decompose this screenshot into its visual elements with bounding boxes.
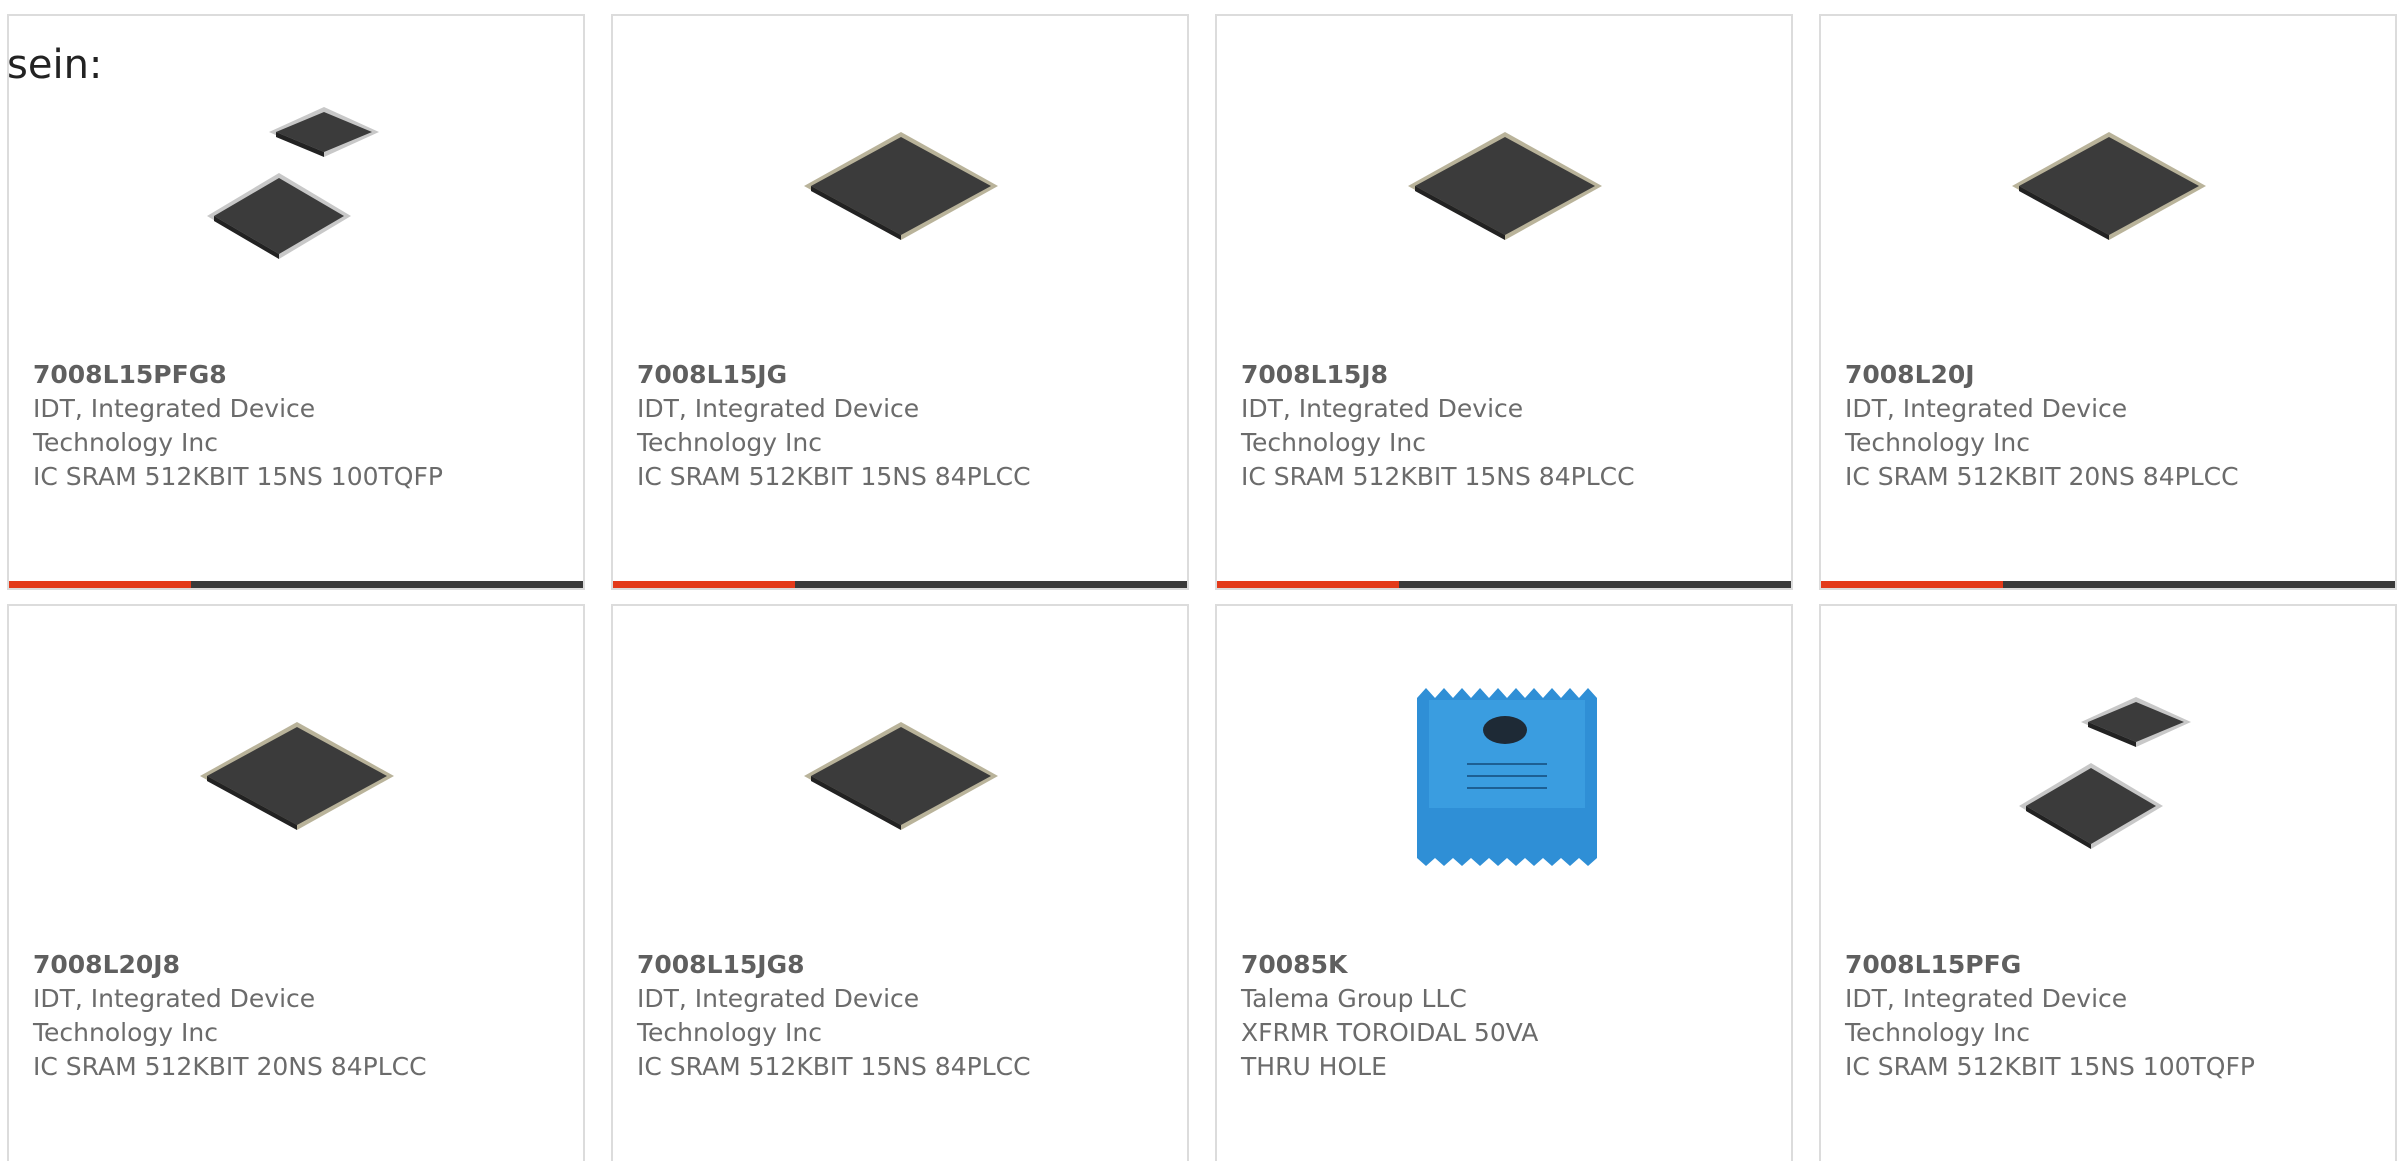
- plcc-chip-icon[interactable]: [1407, 88, 1603, 284]
- product-description: IC SRAM 512KBIT 15NS 84PLCC: [637, 1052, 1031, 1081]
- manufacturer-name: IDT, Integrated Device Technology Inc: [1241, 394, 1524, 457]
- product-card[interactable]: 7008L15PFG IDT, Integrated Device Technol…: [1819, 604, 2397, 1161]
- card-accent-bar: [1821, 581, 2003, 588]
- card-footer-bar: [9, 581, 583, 588]
- manufacturer-name: Talema Group LLC: [1241, 984, 1467, 1013]
- part-number-link[interactable]: 7008L20J8: [33, 948, 553, 982]
- page: sein: 7008L15PFG8 IDT, Integrated Device …: [0, 0, 2398, 1161]
- plcc-chip-icon[interactable]: [2011, 88, 2207, 284]
- part-number-link[interactable]: 7008L15PFG: [1845, 948, 2365, 982]
- product-card[interactable]: 70085K Talema Group LLC XFRMR TOROIDAL 50V…: [1215, 604, 1793, 1161]
- part-number-link[interactable]: 7008L20J: [1845, 358, 2365, 392]
- product-info: 7008L15JG IDT, Integrated Device Technolo…: [637, 358, 1157, 494]
- product-description: IC SRAM 512KBIT 15NS 100TQFP: [33, 462, 443, 491]
- card-accent-bar: [9, 581, 191, 588]
- product-card[interactable]: 7008L15J8 IDT, Integrated Device Technolo…: [1215, 14, 1793, 590]
- product-info: 7008L15PFG8 IDT, Integrated Device Techno…: [33, 358, 553, 494]
- product-info: 70085K Talema Group LLC XFRMR TOROIDAL 50V…: [1241, 948, 1761, 1084]
- product-card[interactable]: 7008L15JG8 IDT, Integrated Device Technol…: [611, 604, 1189, 1161]
- part-number-link[interactable]: 7008L15JG: [637, 358, 1157, 392]
- product-card[interactable]: 7008L15PFG8 IDT, Integrated Device Techno…: [7, 14, 585, 590]
- product-description: IC SRAM 512KBIT 20NS 84PLCC: [1845, 462, 2239, 491]
- card-footer-bar: [1821, 581, 2395, 588]
- part-number-link[interactable]: 7008L15PFG8: [33, 358, 553, 392]
- product-info: 7008L15JG8 IDT, Integrated Device Technol…: [637, 948, 1157, 1084]
- card-footer-bar: [613, 581, 1187, 588]
- manufacturer-name: IDT, Integrated Device Technology Inc: [1845, 984, 2128, 1047]
- product-info: 7008L15J8 IDT, Integrated Device Technolo…: [1241, 358, 1761, 494]
- product-card[interactable]: 7008L15JG IDT, Integrated Device Technolo…: [611, 14, 1189, 590]
- manufacturer-name: IDT, Integrated Device Technology Inc: [1845, 394, 2128, 457]
- toroidal-transformer-icon[interactable]: [1407, 678, 1603, 874]
- tqfp-chip-pair-icon[interactable]: [2011, 678, 2207, 874]
- manufacturer-name: IDT, Integrated Device Technology Inc: [637, 394, 920, 457]
- product-card[interactable]: 7008L20J8 IDT, Integrated Device Technolo…: [7, 604, 585, 1161]
- plcc-chip-icon[interactable]: [199, 678, 395, 874]
- manufacturer-name: IDT, Integrated Device Technology Inc: [33, 984, 316, 1047]
- product-description: IC SRAM 512KBIT 15NS 100TQFP: [1845, 1052, 2255, 1081]
- product-description: IC SRAM 512KBIT 20NS 84PLCC: [33, 1052, 427, 1081]
- product-info: 7008L20J IDT, Integrated Device Technolog…: [1845, 358, 2365, 494]
- product-info: 7008L15PFG IDT, Integrated Device Technol…: [1845, 948, 2365, 1084]
- plcc-chip-icon[interactable]: [803, 678, 999, 874]
- manufacturer-name: IDT, Integrated Device Technology Inc: [33, 394, 316, 457]
- intro-text: sein:: [7, 42, 103, 88]
- product-grid: 7008L15PFG8 IDT, Integrated Device Techno…: [0, 0, 2398, 1161]
- plcc-chip-icon[interactable]: [803, 88, 999, 284]
- product-card[interactable]: 7008L20J IDT, Integrated Device Technolog…: [1819, 14, 2397, 590]
- product-description: XFRMR TOROIDAL 50VA THRU HOLE: [1241, 1018, 1539, 1081]
- tqfp-chip-pair-icon[interactable]: [199, 88, 395, 284]
- card-accent-bar: [613, 581, 795, 588]
- part-number-link[interactable]: 7008L15JG8: [637, 948, 1157, 982]
- part-number-link[interactable]: 7008L15J8: [1241, 358, 1761, 392]
- part-number-link[interactable]: 70085K: [1241, 948, 1761, 982]
- card-accent-bar: [1217, 581, 1399, 588]
- manufacturer-name: IDT, Integrated Device Technology Inc: [637, 984, 920, 1047]
- product-description: IC SRAM 512KBIT 15NS 84PLCC: [1241, 462, 1635, 491]
- product-info: 7008L20J8 IDT, Integrated Device Technolo…: [33, 948, 553, 1084]
- card-footer-bar: [1217, 581, 1791, 588]
- product-description: IC SRAM 512KBIT 15NS 84PLCC: [637, 462, 1031, 491]
